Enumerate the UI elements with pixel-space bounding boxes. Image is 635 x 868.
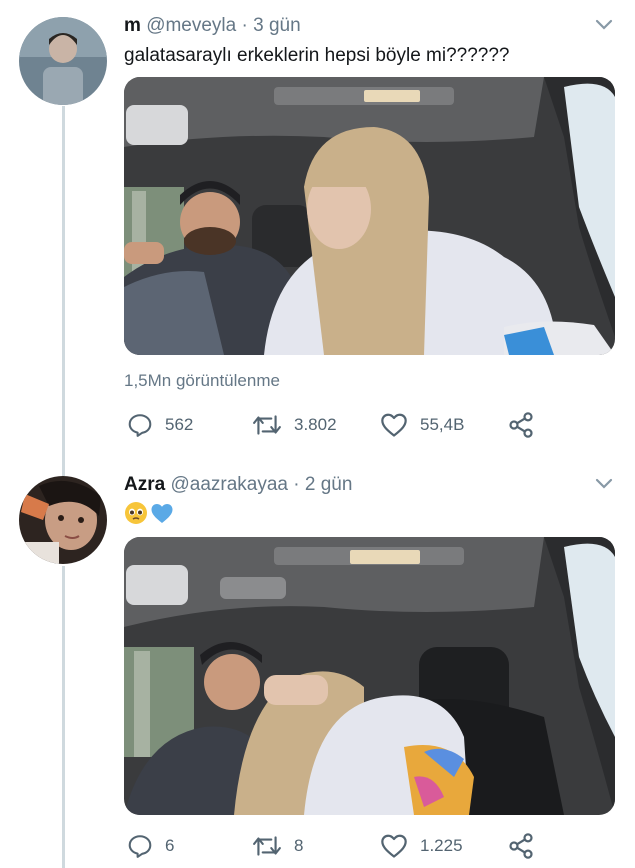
like-count: 1.225: [420, 836, 463, 855]
share-button[interactable]: [507, 831, 535, 861]
like-button[interactable]: 1.225: [380, 831, 463, 861]
chevron-down-icon[interactable]: [595, 19, 613, 31]
reply-button[interactable]: 6: [127, 831, 174, 861]
timestamp[interactable]: 3 gün: [253, 15, 301, 36]
avatar[interactable]: [19, 476, 107, 564]
share-button[interactable]: [507, 410, 535, 440]
like-button[interactable]: 55,4B: [380, 410, 464, 440]
reply-count: 562: [165, 415, 194, 434]
retweet-count: 8: [294, 836, 304, 855]
user-handle[interactable]: @aazrakayaa: [170, 474, 288, 495]
dashboard-sticker: [350, 550, 420, 564]
reply-count: 6: [165, 836, 175, 855]
reply-icon: [128, 835, 152, 858]
video-thumbnail[interactable]: [124, 77, 615, 355]
retweet-button[interactable]: 3.802: [252, 410, 337, 440]
blue-heart-emoji: [151, 504, 173, 523]
display-name[interactable]: Azra: [124, 474, 165, 495]
dashboard-sticker: [364, 90, 420, 102]
pleading-face-emoji: [125, 502, 147, 524]
timestamp[interactable]: 2 gün: [305, 474, 353, 495]
separator: ·: [293, 474, 300, 495]
reply-icon: [128, 414, 152, 437]
sun-visor: [126, 105, 188, 145]
separator: ·: [241, 15, 248, 36]
retweet-count: 3.802: [294, 415, 337, 434]
like-count: 55,4B: [420, 415, 465, 434]
retweet-button[interactable]: 8: [252, 831, 303, 861]
retweet-icon: [253, 836, 281, 856]
tweet-header: Azra @aazrakayaa · 2 gün: [124, 474, 352, 496]
tweet-actions: 562 3.802 55,4B: [124, 410, 544, 440]
tweet-text: galatasaraylı erkeklerin hepsi böyle mi?…: [124, 45, 510, 66]
share-icon: [509, 412, 533, 438]
display-name[interactable]: m: [124, 15, 141, 36]
tweet-actions: 6 8 1.225: [124, 831, 544, 861]
view-count: 1,5Mn görüntülenme: [124, 371, 280, 390]
reply-button[interactable]: 562: [127, 410, 193, 440]
video-thumbnail[interactable]: [124, 537, 615, 815]
share-icon: [509, 833, 533, 859]
thread-line-1: [62, 106, 65, 476]
retweet-icon: [253, 415, 281, 435]
sun-visor: [126, 565, 188, 605]
tweet-text: [124, 501, 174, 525]
user-handle[interactable]: @meveyla: [146, 15, 236, 36]
thread-line-2: [62, 566, 65, 868]
avatar[interactable]: [19, 17, 107, 105]
tweet-header: m @meveyla · 3 gün: [124, 15, 301, 37]
heart-icon: [381, 834, 407, 858]
chevron-down-icon[interactable]: [595, 478, 613, 490]
heart-icon: [381, 413, 407, 437]
